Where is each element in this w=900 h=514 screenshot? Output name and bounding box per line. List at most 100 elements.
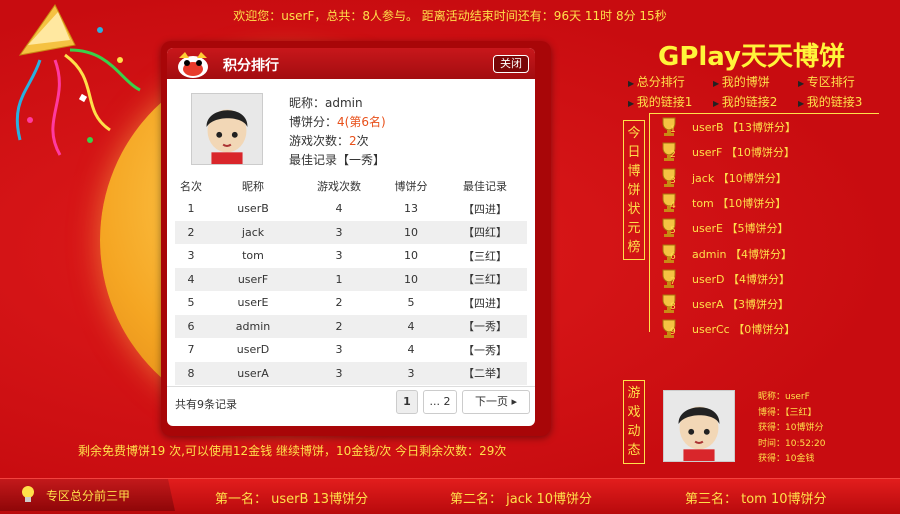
- second-place: 第二名： jack 10博饼分: [450, 492, 593, 507]
- nav-total-rank[interactable]: 总分排行: [628, 73, 685, 90]
- table-cell: 4: [407, 319, 415, 333]
- footer-bar: 专区总分前三甲 第一名： userB 13博饼分 第二名： jack 10博饼分…: [0, 478, 900, 514]
- table-cell: 2: [335, 296, 343, 309]
- nav-zone-rank[interactable]: 专区排行: [798, 73, 855, 90]
- board-entry: userE 【5博饼分】: [692, 222, 789, 236]
- rank-number: 8: [670, 302, 676, 313]
- rank-number: 7: [670, 276, 676, 287]
- avatar: [191, 93, 263, 165]
- board-entry: userA 【3博饼分】: [692, 298, 790, 312]
- table-cell: 3: [335, 249, 343, 262]
- table-cell: 5: [407, 296, 415, 309]
- table-cell: 3: [335, 343, 343, 356]
- table-cell: 【四红】: [463, 226, 507, 239]
- table-cell: 3: [335, 225, 343, 239]
- footer-tab-label: 专区总分前三甲: [46, 489, 131, 503]
- rank-number: 9: [670, 327, 676, 338]
- table-row: 2 jack 3 10 【四红】: [175, 220, 527, 244]
- board-entry: userD 【4博饼分】: [692, 272, 790, 286]
- champion-board-tag: 今日博饼状元榜: [623, 120, 645, 260]
- my-nickname: 昵称：admin: [289, 96, 363, 110]
- table-cell: userD: [236, 343, 270, 356]
- table-row: 8 userA 3 3 【二举】: [175, 361, 527, 385]
- table-cell: 4: [187, 272, 195, 286]
- rank-panel: 积分排行 关闭 昵称：admin 博饼分：4(第6名) 游戏次数：2次 最佳记录…: [167, 48, 535, 426]
- table-footer: 共有9条记录 1 ... 2 下一页 ▸: [167, 386, 535, 416]
- col-plays: 游戏次数: [317, 179, 361, 193]
- table-row: 3 tom 3 10 【三红】: [175, 244, 527, 267]
- divider: [649, 114, 650, 332]
- table-row: 7 userD 3 4 【一秀】: [175, 338, 527, 361]
- table-cell: 10: [404, 249, 418, 262]
- table-cell: 4: [335, 202, 343, 215]
- my-plays: 游戏次数：2次: [289, 134, 369, 148]
- dynamic-avatar: [663, 390, 735, 462]
- my-plays-value: 2: [349, 134, 357, 148]
- my-score-value: 4(第6名): [337, 115, 386, 129]
- table-cell: 【一秀】: [463, 320, 507, 333]
- nav-my-link-2[interactable]: 我的链接2: [713, 93, 778, 110]
- close-button[interactable]: 关闭: [493, 55, 529, 73]
- next-page-button[interactable]: 下一页 ▸: [462, 390, 530, 414]
- nav-my-bobing[interactable]: 我的博饼: [713, 73, 770, 90]
- nav-my-link-3[interactable]: 我的链接3: [798, 93, 863, 110]
- table-cell: 8: [187, 366, 195, 380]
- table-cell: tom: [242, 249, 264, 262]
- game-dynamic-info: 昵称：userF 博得：【三红】 获得：10博饼分 时间：10:52:20 获得…: [758, 390, 825, 468]
- rank-number: 4: [670, 200, 676, 211]
- lion-dance-icon: [178, 52, 208, 78]
- col-score: 博饼分: [394, 179, 428, 193]
- table-cell: 10: [404, 272, 418, 286]
- table-cell: 13: [404, 202, 418, 215]
- my-best-record: 最佳记录【一秀】: [289, 153, 386, 167]
- dynamic-score: 获得：10博饼分: [758, 423, 824, 433]
- my-score: 博饼分：4(第6名): [289, 115, 386, 129]
- remaining-plays-note: 剩余免费博饼19 次,可以使用12金钱 继续博饼，10金钱/次 今日剩余次数：2…: [78, 444, 507, 458]
- table-cell: userF: [237, 272, 269, 286]
- third-place: 第三名： tom 10博饼分: [685, 492, 827, 507]
- rank-number: 6: [670, 251, 676, 262]
- table-cell: userE: [237, 296, 269, 309]
- table-row: 5 userE 2 5 【四进】: [175, 291, 527, 314]
- table-cell: 3: [407, 366, 415, 380]
- table-cell: 【三红】: [463, 249, 507, 263]
- table-cell: 【二举】: [463, 367, 507, 380]
- board-entry: userF 【10博饼分】: [692, 146, 795, 160]
- table-cell: 6: [187, 319, 195, 333]
- total-records: 共有9条记录: [175, 398, 237, 411]
- cartoon-boy-icon: [664, 391, 734, 461]
- table-cell: jack: [241, 225, 265, 239]
- cartoon-boy-icon: [192, 94, 262, 164]
- divider: [649, 113, 879, 114]
- table-cell: 【四进】: [463, 296, 507, 310]
- first-place: 第一名： userB 13博饼分: [215, 492, 369, 507]
- my-info: 昵称：admin 博饼分：4(第6名) 游戏次数：2次 最佳记录【一秀】: [289, 94, 386, 170]
- table-cell: 3: [335, 366, 343, 380]
- nav-my-link-1[interactable]: 我的链接1: [628, 93, 693, 110]
- board-entry: userCc 【0博饼分】: [692, 323, 796, 337]
- table-cell: 3: [187, 249, 195, 262]
- panel-title: 积分排行: [223, 58, 279, 74]
- rank-number: 3: [670, 175, 676, 186]
- dynamic-nickname: 昵称：userF: [758, 392, 810, 402]
- game-dynamic-tag: 游戏动态: [623, 380, 645, 464]
- table-cell: 1: [335, 272, 343, 286]
- board-entry: tom 【10博饼分】: [692, 196, 787, 210]
- party-horn-icon: [15, 4, 141, 156]
- col-nickname: 昵称: [242, 179, 264, 193]
- table-cell: 【三红】: [463, 273, 507, 286]
- table-row: 4 userF 1 10 【三红】: [175, 267, 527, 291]
- table-row: 6 admin 2 4 【一秀】: [175, 314, 527, 338]
- table-cell: 2: [335, 319, 343, 333]
- col-best: 最佳记录: [463, 179, 507, 193]
- board-entry: userB 【13博饼分】: [692, 121, 797, 134]
- table-cell: 10: [404, 225, 418, 239]
- page-1-button[interactable]: 1: [396, 390, 418, 414]
- footer-tab[interactable]: 专区总分前三甲: [0, 479, 175, 511]
- dynamic-time: 时间：10:52:20: [758, 438, 826, 449]
- table-cell: userB: [237, 202, 269, 215]
- brand-title: GPlay天天博饼: [658, 42, 846, 72]
- page-2-button[interactable]: ... 2: [423, 390, 457, 414]
- table-cell: 2: [187, 225, 195, 239]
- board-entry: jack 【10博饼分】: [692, 171, 787, 185]
